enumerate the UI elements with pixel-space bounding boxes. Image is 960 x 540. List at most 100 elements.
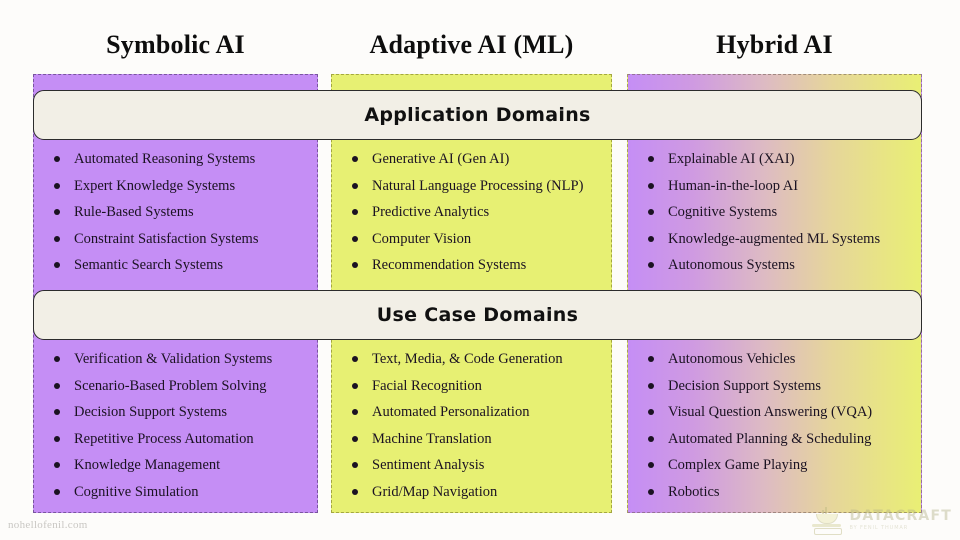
bullet-icon [54,409,60,415]
list-application-domains-symbolic: Automated Reasoning Systems Expert Knowle… [52,151,317,284]
list-item: Knowledge-augmented ML Systems [646,231,922,247]
list-item-label: Facial Recognition [372,377,482,394]
section-banner-use-case-domains: Use Case Domains [33,290,922,340]
bullet-icon [648,209,654,215]
list-item: Decision Support Systems [52,404,317,420]
bullet-icon [352,488,358,495]
list-item-label: Explainable AI (XAI) [668,151,795,167]
column-title-symbolic-ai: Symbolic AI [106,30,245,59]
list-item-label: Constraint Satisfaction Systems [74,230,259,247]
section-banner-application-domains: Application Domains [33,90,922,140]
list-item-label: Cognitive Systems [668,204,778,220]
list-item: Automated Planning & Scheduling [646,431,922,447]
bullet-icon [648,262,654,268]
list-item: Grid/Map Navigation [350,484,612,500]
infographic-canvas: Symbolic AI Adaptive AI (ML) Hybrid AI A… [0,0,960,540]
list-item: Computer Vision [350,231,612,247]
list-item: Scenario-Based Problem Solving [52,378,317,394]
list-item: Autonomous Systems [646,257,922,273]
bullet-icon [648,462,654,468]
list-item: Repetitive Process Automation [52,431,317,447]
column-title-hybrid-ai: Hybrid AI [716,30,833,59]
list-item: Cognitive Systems [646,204,922,220]
column-title-adaptive-ai: Adaptive AI (ML) [369,30,574,59]
bullet-icon [54,262,60,268]
list-item: Visual Question Answering (VQA) [646,404,922,420]
list-use-case-domains-adaptive: Text, Media, & Code Generation Facial Rec… [350,351,612,510]
list-item-label: Expert Knowledge Systems [74,177,236,194]
list-item: Natural Language Processing (NLP) [350,178,612,194]
list-item: Cognitive Simulation [52,484,317,500]
bullet-icon [648,488,654,495]
list-item-label: Robotics [668,483,720,500]
bullet-icon [352,382,358,389]
bullet-icon [352,435,358,442]
bullet-icon [54,235,60,242]
list-item: Complex Game Playing [646,457,922,473]
bullet-icon [352,209,358,215]
list-use-case-domains-symbolic: Verification & Validation Systems Scenari… [52,351,317,510]
list-item-label: Decision Support Systems [668,377,822,394]
list-item-label: Decision Support Systems [74,404,228,420]
bullet-icon [648,382,654,389]
list-item-label: Predictive Analytics [372,204,490,220]
bullet-icon [648,435,654,442]
list-item-label: Machine Translation [372,430,492,447]
bullet-icon [352,182,358,189]
book-icon [813,528,842,535]
bullet-icon [352,409,358,415]
list-item: Verification & Validation Systems [52,351,317,367]
saucer-icon [811,524,841,527]
list-item-label: Automated Reasoning Systems [74,151,256,167]
section-banner-label: Application Domains [364,104,591,126]
list-item: Facial Recognition [350,378,612,394]
list-item-label: Text, Media, & Code Generation [372,351,563,367]
list-application-domains-hybrid: Explainable AI (XAI) Human-in-the-loop AI… [646,151,922,284]
bullet-icon [352,356,358,362]
list-item-label: Recommendation Systems [372,257,527,273]
list-item: Robotics [646,484,922,500]
list-application-domains-adaptive: Generative AI (Gen AI) Natural Language P… [350,151,612,284]
list-item-label: Cognitive Simulation [74,483,199,500]
brand-text: DATACRAFT BY FENIL THUMAR [850,509,952,531]
list-item: Automated Reasoning Systems [52,151,317,167]
list-item: Rule-Based Systems [52,204,317,220]
brand-name: DATACRAFT [849,508,952,524]
bullet-icon [648,235,654,242]
list-item: Expert Knowledge Systems [52,178,317,194]
bullet-icon [54,435,60,442]
list-item-label: Sentiment Analysis [372,457,485,473]
cup-icon [815,514,838,524]
bullet-icon [648,156,654,162]
list-item: Automated Personalization [350,404,612,420]
list-item-label: Scenario-Based Problem Solving [74,377,267,394]
list-item-label: Repetitive Process Automation [74,430,254,447]
list-item: Human-in-the-loop AI [646,178,922,194]
list-item-label: Visual Question Answering (VQA) [668,404,873,420]
coffee-cup-book-chart-icon [810,506,844,535]
list-item-label: Verification & Validation Systems [74,351,273,367]
list-item-label: Knowledge-augmented ML Systems [668,230,881,247]
list-item: Explainable AI (XAI) [646,151,922,167]
list-item-label: Automated Planning & Scheduling [668,430,872,447]
list-use-case-domains-hybrid: Autonomous Vehicles Decision Support Syst… [646,351,922,510]
bullet-icon [54,462,60,468]
list-item-label: Computer Vision [372,230,472,247]
list-item: Decision Support Systems [646,378,922,394]
bullet-icon [54,382,60,389]
list-item: Recommendation Systems [350,257,612,273]
brand-tagline: BY FENIL THUMAR [849,525,909,531]
list-item-label: Knowledge Management [74,457,221,473]
list-item: Sentiment Analysis [350,457,612,473]
bullet-icon [54,156,60,162]
bullet-icon [648,356,654,362]
list-item: Machine Translation [350,431,612,447]
list-item: Text, Media, & Code Generation [350,351,612,367]
site-watermark: nohellofenil.com [8,519,88,531]
list-item-label: Autonomous Systems [668,257,795,273]
list-item-label: Grid/Map Navigation [372,483,498,500]
list-item-label: Human-in-the-loop AI [668,177,799,194]
list-item-label: Generative AI (Gen AI) [372,151,510,167]
list-item-label: Rule-Based Systems [74,204,194,220]
list-item: Predictive Analytics [350,204,612,220]
